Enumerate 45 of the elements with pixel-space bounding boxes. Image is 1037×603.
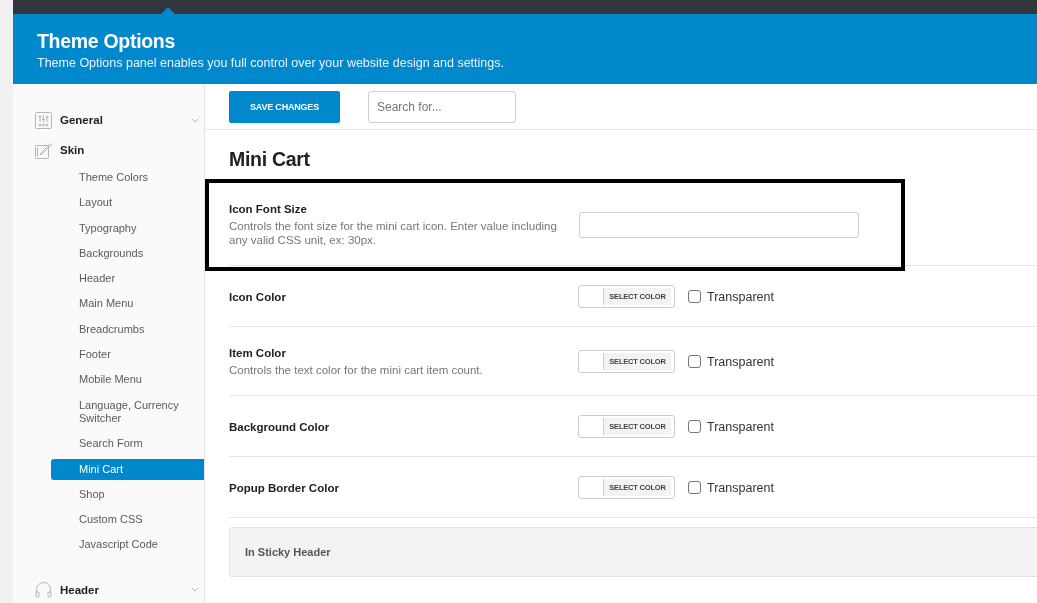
page-subtitle: Theme Options panel enables you full control over your website design and settings.: [37, 56, 505, 71]
section-title: Mini Cart: [229, 147, 311, 170]
save-button[interactable]: SAVE CHANGES: [229, 90, 340, 123]
pencil-frame-icon: [35, 141, 52, 159]
option-description: Controls the text color for the mini cart item count.: [229, 363, 484, 377]
sidebar-item[interactable]: Shop: [51, 483, 204, 506]
sidebar-item[interactable]: Search Form: [51, 433, 204, 455]
checkbox-label: Transparent: [707, 480, 774, 495]
option-label: Icon Color: [229, 289, 287, 304]
option-label: Icon Font Size: [229, 202, 308, 216]
sidebar-item[interactable]: Custom CSS: [51, 509, 204, 531]
checkbox-label: Transparent: [707, 354, 774, 369]
search-field[interactable]: Search for...: [368, 90, 516, 123]
sidebar-item[interactable]: Mobile Menu: [51, 369, 204, 391]
checkbox[interactable]: [688, 420, 701, 433]
text-field[interactable]: [579, 211, 859, 238]
sidebar-item[interactable]: Layout: [51, 192, 204, 214]
sidebar-item[interactable]: Footer: [51, 344, 204, 366]
sidebar-item[interactable]: Header: [51, 268, 204, 290]
chevron-down-icon: [191, 117, 199, 123]
sidebar-item[interactable]: Theme Colors: [51, 167, 204, 189]
subsection-title: In Sticky Header: [245, 546, 331, 558]
checkbox[interactable]: [688, 355, 701, 368]
sidebar-group[interactable]: General: [13, 105, 204, 135]
checkbox-label: Transparent: [707, 289, 774, 304]
option-label: Background Color: [229, 419, 331, 434]
sidebar-group[interactable]: Header: [13, 574, 204, 603]
option-label: Popup Border Color: [229, 480, 340, 495]
sidebar-group[interactable]: Skin: [13, 135, 204, 165]
sidebar-item[interactable]: Typography: [51, 217, 204, 239]
sidebar-item[interactable]: Breadcrumbs: [51, 318, 204, 341]
page-title: Theme Options: [37, 29, 177, 53]
sidebar-item[interactable]: Javascript Code: [51, 534, 204, 556]
sidebar-item[interactable]: Backgrounds: [51, 242, 204, 265]
sidebar-item[interactable]: Language, Currency Switcher: [51, 394, 204, 430]
sliders-icon: [35, 111, 52, 129]
checkbox[interactable]: [688, 481, 701, 494]
option-label: Item Color: [229, 346, 287, 360]
sidebar-item[interactable]: Main Menu: [51, 293, 204, 315]
option-description: Controls the font size for the mini cart icon. Enter value including any valid CSS unit, ex: 30px.: [229, 219, 558, 247]
headphones-icon: [35, 581, 52, 599]
sidebar-item[interactable]: Mini Cart: [51, 458, 204, 480]
checkbox[interactable]: [688, 290, 701, 303]
chevron-down-icon: [191, 587, 199, 593]
checkbox-label: Transparent: [707, 419, 774, 434]
